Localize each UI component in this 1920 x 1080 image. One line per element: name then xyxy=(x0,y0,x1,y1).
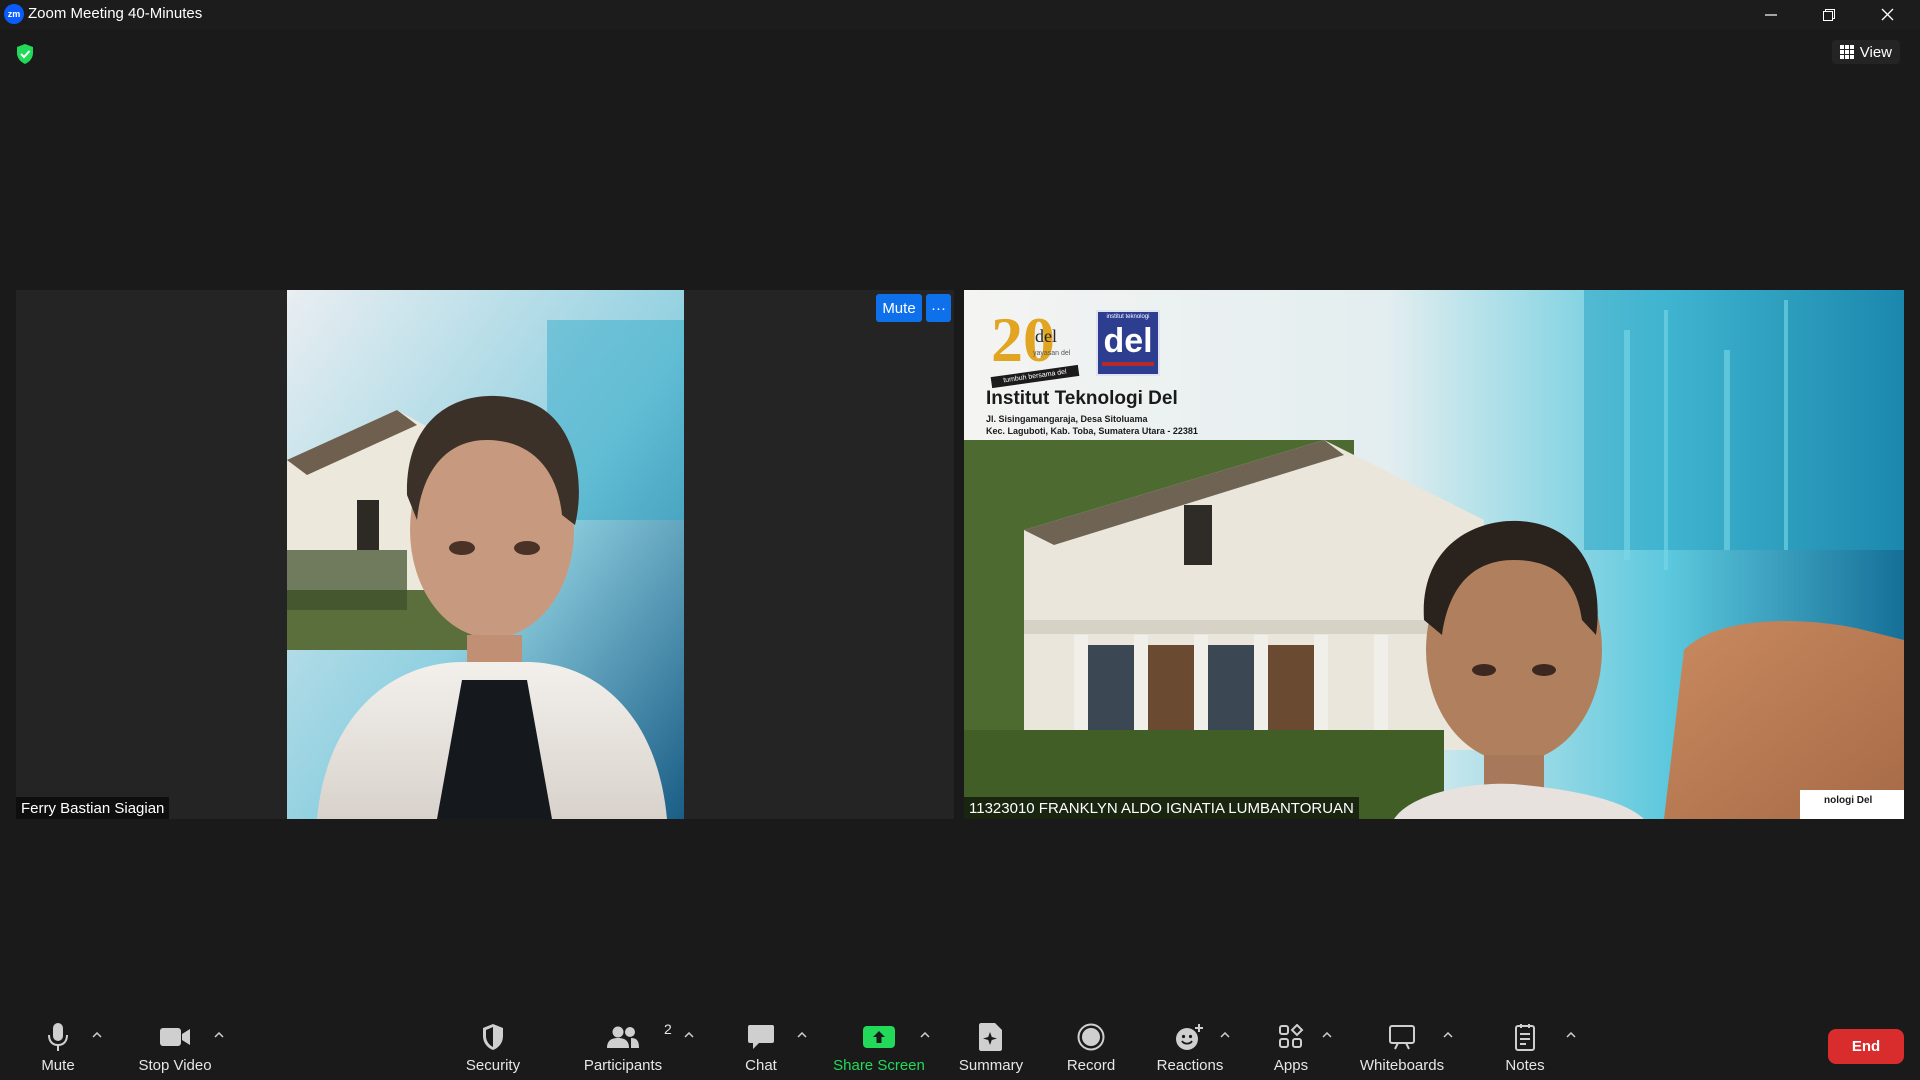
anniversary-logo-word: del xyxy=(1035,326,1057,346)
stop-video-label: Stop Video xyxy=(138,1057,212,1074)
summary-label: Summary xyxy=(958,1057,1024,1074)
del-logo-word: del xyxy=(1103,322,1153,360)
zoom-logo-icon: zm xyxy=(4,4,24,24)
reactions-label: Reactions xyxy=(1156,1057,1224,1074)
stop-video-button[interactable]: Stop Video xyxy=(128,1011,222,1080)
video-options-chevron-up-icon[interactable] xyxy=(212,1029,226,1041)
security-button[interactable]: Security xyxy=(455,1011,531,1080)
share-screen-options-chevron-up-icon[interactable] xyxy=(918,1029,932,1041)
record-label: Record xyxy=(1066,1057,1116,1074)
window-title-bar: zm Zoom Meeting 40-Minutes xyxy=(0,0,1920,29)
share-screen-icon xyxy=(863,1026,895,1048)
mute-button[interactable]: Mute xyxy=(33,1011,83,1080)
restore-icon xyxy=(1823,8,1835,21)
chat-button[interactable]: Chat xyxy=(735,1011,787,1080)
chat-options-chevron-up-icon[interactable] xyxy=(795,1029,809,1041)
participants-button[interactable]: 2 Participants xyxy=(580,1011,672,1080)
shield-icon xyxy=(483,1024,503,1050)
reactions-options-chevron-up-icon[interactable] xyxy=(1218,1029,1232,1041)
close-icon xyxy=(1881,8,1893,21)
notes-options-chevron-up-icon[interactable] xyxy=(1564,1029,1578,1041)
notes-icon xyxy=(1515,1024,1535,1051)
background-corner-caption: nologi Del xyxy=(1824,795,1873,806)
anniversary-logo-sub: yayasan del xyxy=(1033,350,1071,357)
whiteboards-options-chevron-up-icon[interactable] xyxy=(1441,1029,1455,1041)
apps-options-chevron-up-icon[interactable] xyxy=(1320,1029,1334,1041)
participants-icon xyxy=(607,1026,639,1048)
notes-button[interactable]: Notes xyxy=(1498,1011,1552,1080)
minimize-button[interactable] xyxy=(1742,0,1800,29)
window-title: Zoom Meeting 40-Minutes xyxy=(28,5,203,22)
apps-icon xyxy=(1279,1024,1304,1048)
del-logo-stripe xyxy=(1102,362,1154,366)
restore-button[interactable] xyxy=(1800,0,1858,29)
institution-address-line-1: Jl. Sisingamangaraja, Desa Sitoluama xyxy=(986,414,1148,424)
apps-label: Apps xyxy=(1273,1057,1309,1074)
yayasan-del-20-anniversary-logo: 20 del yayasan del tumbuh bersama del xyxy=(989,308,1083,389)
microphone-icon xyxy=(48,1023,68,1051)
summary-document-sparkle-icon xyxy=(979,1023,1002,1051)
encryption-shield-icon[interactable] xyxy=(15,43,35,70)
close-window-button[interactable] xyxy=(1858,0,1916,29)
share-screen-button[interactable]: Share Screen xyxy=(830,1011,928,1080)
mute-label: Mute xyxy=(41,1057,75,1074)
audio-options-chevron-up-icon[interactable] xyxy=(90,1029,104,1041)
view-button[interactable]: View xyxy=(1831,40,1900,64)
del-logo-top: institut teknologi xyxy=(1106,314,1150,320)
summary-button[interactable]: Summary xyxy=(955,1011,1027,1080)
security-label: Security xyxy=(465,1057,521,1074)
chat-bubble-icon xyxy=(748,1025,774,1049)
end-meeting-button[interactable]: End xyxy=(1828,1029,1904,1064)
whiteboards-label: Whiteboards xyxy=(1359,1057,1445,1074)
share-screen-label: Share Screen xyxy=(833,1057,925,1074)
meeting-toolbar: Mute Stop Video Security 2 Participants … xyxy=(0,1011,1920,1080)
chat-label: Chat xyxy=(745,1057,777,1074)
video-camera-icon xyxy=(160,1028,190,1046)
reactions-button[interactable]: Reactions xyxy=(1152,1011,1228,1080)
participant-name-tag: Ferry Bastian Siagian xyxy=(16,797,170,819)
smiley-plus-icon xyxy=(1176,1024,1203,1050)
participant-video-tile[interactable]: Ferry Bastian Siagian Mute ··· xyxy=(16,290,954,819)
institution-address-line-2: Kec. Laguboti, Kab. Toba, Sumatera Utara… xyxy=(986,426,1198,436)
minimize-icon xyxy=(1765,13,1777,16)
participants-label: Participants xyxy=(583,1057,663,1074)
record-icon xyxy=(1077,1023,1105,1051)
notes-label: Notes xyxy=(1505,1057,1545,1074)
participant-more-options-button[interactable]: ··· xyxy=(926,294,951,322)
participant-name-tag: 11323010 FRANKLYN ALDO IGNATIA LUMBANTOR… xyxy=(964,797,1359,819)
participant-mute-button[interactable]: Mute xyxy=(876,294,922,322)
institut-teknologi-del-logo: institut teknologi del xyxy=(1096,310,1160,376)
participants-options-chevron-up-icon[interactable] xyxy=(682,1029,696,1041)
participant-video-feed xyxy=(287,290,684,819)
whiteboards-button[interactable]: Whiteboards xyxy=(1355,1011,1449,1080)
apps-button[interactable]: Apps xyxy=(1266,1011,1316,1080)
whiteboard-icon xyxy=(1389,1025,1415,1050)
institution-name: Institut Teknologi Del xyxy=(986,388,1178,409)
participants-count-badge: 2 xyxy=(664,1021,672,1037)
grid-icon xyxy=(1839,45,1854,59)
view-label: View xyxy=(1859,43,1892,61)
record-button[interactable]: Record xyxy=(1060,1011,1122,1080)
participant-video-tile[interactable]: 20 del yayasan del tumbuh bersama del in… xyxy=(964,290,1904,819)
